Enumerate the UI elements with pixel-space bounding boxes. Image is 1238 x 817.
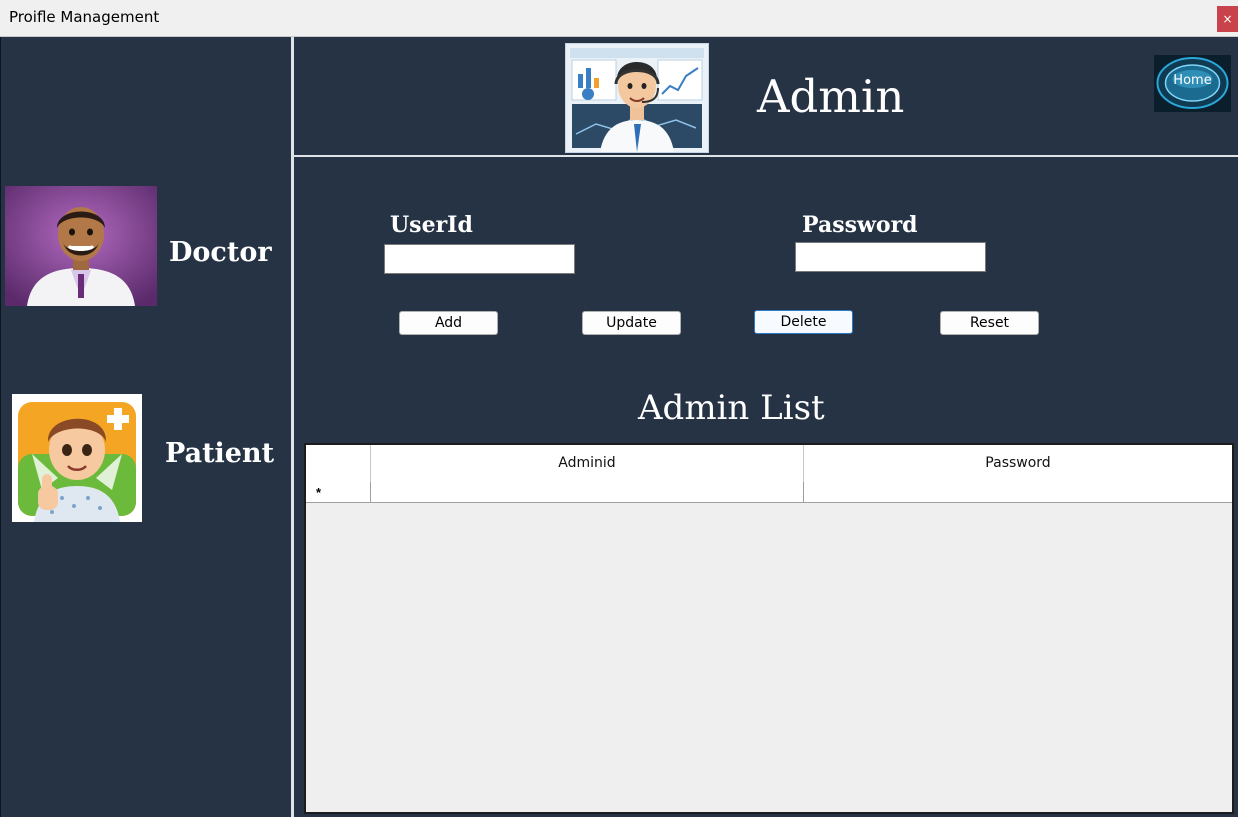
sidebar-item-patient-label[interactable]: Patient: [165, 438, 274, 469]
reset-button[interactable]: Reset: [940, 311, 1039, 335]
admin-banner-icon: [565, 43, 709, 153]
window-titlebar: Proifle Management ×: [0, 0, 1238, 37]
doctor-avatar-icon[interactable]: [5, 186, 157, 306]
sidebar: Doctor Patient: [0, 37, 292, 817]
update-button[interactable]: Update: [582, 311, 681, 335]
sidebar-item-patient[interactable]: Patient: [1, 377, 292, 537]
admin-list-grid[interactable]: Adminid Password *: [304, 443, 1234, 814]
close-icon[interactable]: ×: [1222, 12, 1232, 26]
home-button[interactable]: Home: [1154, 55, 1231, 112]
column-header-password[interactable]: Password: [803, 445, 1232, 482]
new-row-marker: *: [316, 485, 322, 500]
close-button[interactable]: ×: [1217, 6, 1238, 32]
delete-button[interactable]: Delete: [754, 310, 853, 334]
home-button-label[interactable]: Home: [1154, 73, 1231, 88]
sidebar-item-doctor[interactable]: Doctor: [1, 37, 292, 337]
password-cell[interactable]: [803, 482, 1232, 502]
grid-header: Adminid Password: [306, 445, 1232, 483]
header-divider: [294, 155, 1238, 157]
table-row[interactable]: *: [306, 482, 1232, 503]
patient-avatar-icon[interactable]: [12, 394, 142, 522]
userid-label: UserId: [390, 212, 473, 238]
adminid-cell[interactable]: [370, 482, 803, 502]
password-input[interactable]: [795, 242, 986, 272]
page-title: Admin: [757, 70, 905, 123]
row-header-corner[interactable]: [306, 445, 370, 482]
list-title: Admin List: [638, 388, 825, 428]
row-header-cell[interactable]: *: [306, 482, 370, 502]
sidebar-item-doctor-label[interactable]: Doctor: [169, 237, 272, 268]
column-header-adminid[interactable]: Adminid: [370, 445, 803, 482]
window-title: Proifle Management: [9, 8, 160, 26]
password-label: Password: [802, 212, 918, 238]
userid-input[interactable]: [384, 244, 575, 274]
add-button[interactable]: Add: [399, 311, 498, 335]
